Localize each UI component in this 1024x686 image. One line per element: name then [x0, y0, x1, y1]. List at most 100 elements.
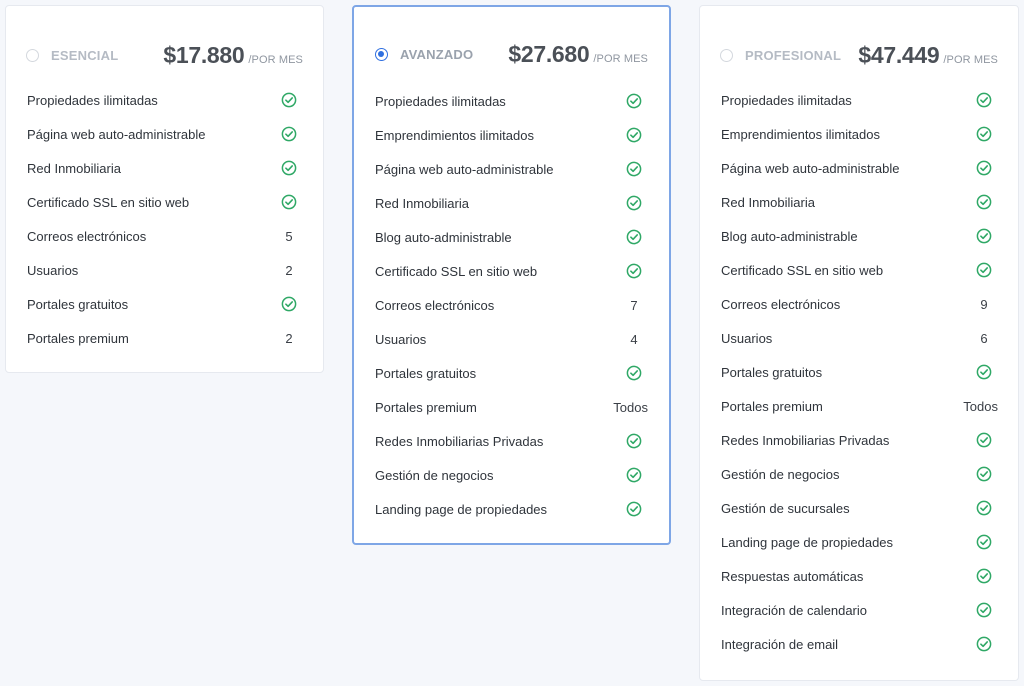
feature-value: 4: [630, 331, 638, 347]
check-circle-icon: [620, 263, 648, 279]
plan-name: ESENCIAL: [51, 47, 119, 63]
feature-label: Usuarios: [375, 331, 427, 347]
feature-row: Certificado SSL en sitio web: [375, 254, 648, 288]
plan-card-profesional[interactable]: PROFESIONAL $47.449 /POR MES Propiedades…: [699, 5, 1019, 681]
feature-row: Página web auto-administrable: [721, 151, 998, 185]
feature-list: Propiedades ilimitadas Página web auto-ad…: [27, 83, 303, 355]
plan-card-esencial[interactable]: ESENCIAL $17.880 /POR MES Propiedades il…: [5, 5, 324, 373]
feature-row: Red Inmobiliaria: [27, 151, 303, 185]
feature-label: Correos electrónicos: [721, 296, 841, 312]
feature-row: Certificado SSL en sitio web: [721, 253, 998, 287]
feature-row: Gestión de negocios: [721, 457, 998, 491]
feature-label: Certificado SSL en sitio web: [375, 263, 538, 279]
plan-radio-avanzado[interactable]: [375, 47, 388, 61]
feature-list: Propiedades ilimitadas Emprendimientos il…: [721, 83, 998, 661]
feature-label: Página web auto-administrable: [27, 126, 206, 142]
feature-label: Gestión de sucursales: [721, 500, 850, 516]
check-circle-icon: [970, 534, 998, 550]
feature-label: Integración de email: [721, 636, 839, 652]
plan-price: $47.449: [858, 41, 940, 68]
feature-row: Página web auto-administrable: [375, 152, 648, 186]
feature-label: Correos electrónicos: [375, 297, 495, 313]
check-circle-icon: [970, 228, 998, 244]
check-circle-icon: [970, 160, 998, 176]
feature-label: Blog auto-administrable: [721, 228, 858, 244]
check-circle-icon: [970, 466, 998, 482]
feature-row: Redes Inmobiliarias Privadas: [375, 424, 648, 458]
feature-label: Portales gratuitos: [27, 296, 129, 312]
feature-value: 5: [285, 228, 293, 244]
feature-row: Blog auto-administrable: [375, 220, 648, 254]
check-circle-icon: [275, 92, 303, 108]
feature-label: Red Inmobiliaria: [375, 195, 469, 211]
feature-row: Blog auto-administrable: [721, 219, 998, 253]
check-circle-icon: [970, 636, 998, 652]
feature-value: 6: [980, 330, 988, 346]
feature-label: Certificado SSL en sitio web: [721, 262, 884, 278]
check-circle-icon: [275, 126, 303, 142]
feature-row: Usuarios 4: [375, 322, 648, 356]
feature-label: Portales gratuitos: [375, 365, 477, 381]
feature-label: Red Inmobiliaria: [27, 160, 121, 176]
feature-row: Propiedades ilimitadas: [27, 83, 303, 117]
feature-value: 2: [285, 330, 293, 346]
plan-card-avanzado[interactable]: AVANZADO $27.680 /POR MES Propiedades il…: [352, 5, 671, 545]
feature-label: Propiedades ilimitadas: [721, 92, 852, 108]
plan-price: $17.880: [163, 41, 245, 68]
feature-label: Blog auto-administrable: [375, 229, 512, 245]
feature-label: Redes Inmobiliarias Privadas: [375, 433, 544, 449]
feature-row: Correos electrónicos 5: [27, 219, 303, 253]
plan-name: AVANZADO: [400, 46, 474, 62]
feature-row: Landing page de propiedades: [721, 525, 998, 559]
check-circle-icon: [620, 467, 648, 483]
feature-value: 7: [630, 297, 638, 313]
feature-row: Usuarios 6: [721, 321, 998, 355]
feature-row: Respuestas automáticas: [721, 559, 998, 593]
feature-label: Portales premium: [375, 399, 477, 415]
feature-label: Usuarios: [721, 330, 773, 346]
plan-radio-esencial[interactable]: [26, 48, 39, 62]
plan-period: /POR MES: [943, 53, 998, 66]
feature-row: Correos electrónicos 9: [721, 287, 998, 321]
feature-label: Portales gratuitos: [721, 364, 823, 380]
check-circle-icon: [620, 195, 648, 211]
check-circle-icon: [970, 364, 998, 380]
check-circle-icon: [970, 262, 998, 278]
feature-row: Integración de calendario: [721, 593, 998, 627]
feature-row: Certificado SSL en sitio web: [27, 185, 303, 219]
check-circle-icon: [620, 229, 648, 245]
check-circle-icon: [620, 365, 648, 381]
feature-value: 9: [980, 296, 988, 312]
check-circle-icon: [620, 433, 648, 449]
feature-value: Todos: [613, 399, 648, 415]
feature-label: Usuarios: [27, 262, 79, 278]
feature-row: Propiedades ilimitadas: [375, 84, 648, 118]
feature-row: Gestión de sucursales: [721, 491, 998, 525]
check-circle-icon: [970, 432, 998, 448]
plan-price-group: $47.449 /POR MES: [858, 42, 998, 69]
feature-value: Todos: [963, 398, 998, 414]
feature-label: Certificado SSL en sitio web: [27, 194, 190, 210]
feature-row: Portales premium 2: [27, 321, 303, 355]
feature-label: Integración de calendario: [721, 602, 867, 618]
plan-price: $27.680: [508, 40, 590, 67]
feature-list: Propiedades ilimitadas Emprendimientos il…: [375, 84, 648, 526]
feature-row: Página web auto-administrable: [27, 117, 303, 151]
check-circle-icon: [970, 602, 998, 618]
check-circle-icon: [275, 296, 303, 312]
feature-label: Portales premium: [721, 398, 823, 414]
feature-row: Usuarios 2: [27, 253, 303, 287]
feature-row: Portales premium Todos: [375, 390, 648, 424]
check-circle-icon: [620, 93, 648, 109]
check-circle-icon: [970, 194, 998, 210]
plan-period: /POR MES: [248, 53, 303, 66]
feature-row: Integración de email: [721, 627, 998, 661]
feature-label: Página web auto-administrable: [721, 160, 900, 176]
feature-value: 2: [285, 262, 293, 278]
plan-header: AVANZADO $27.680 /POR MES: [375, 38, 648, 70]
plan-radio-profesional[interactable]: [720, 48, 733, 62]
feature-row: Correos electrónicos 7: [375, 288, 648, 322]
plan-price-group: $27.680 /POR MES: [508, 41, 648, 68]
plan-name: PROFESIONAL: [745, 47, 842, 63]
check-circle-icon: [620, 127, 648, 143]
